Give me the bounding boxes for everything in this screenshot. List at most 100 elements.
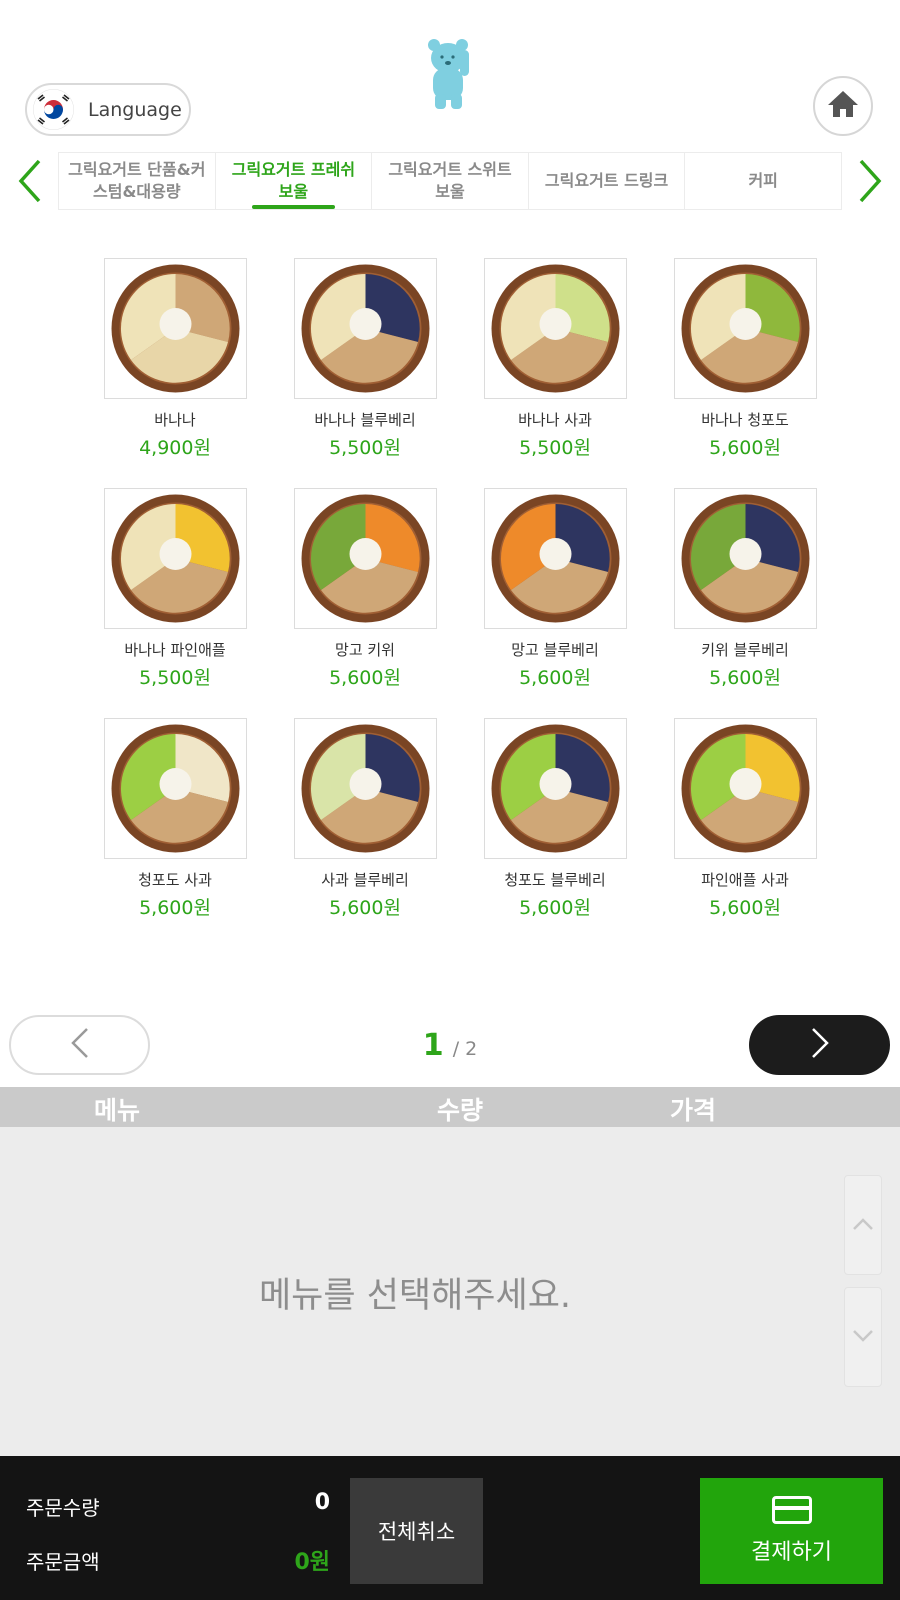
menu-item-price: 5,600원: [329, 667, 401, 689]
chevron-right-icon: [810, 1027, 830, 1063]
menu-item[interactable]: 파인애플 사과 5,600원: [650, 718, 840, 920]
menu-item-name: 청포도 블루베리: [504, 871, 606, 889]
order-amount-value: 0원: [294, 1550, 330, 1575]
menu-item[interactable]: 바나나 청포도 5,600원: [650, 258, 840, 460]
menu-item-name: 파인애플 사과: [701, 871, 789, 889]
menu-item-price: 5,500원: [329, 437, 401, 459]
menu-item[interactable]: 망고 키위 5,600원: [270, 488, 460, 690]
menu-item-name: 바나나 파인애플: [124, 641, 226, 659]
menu-item-price: 5,500원: [519, 437, 591, 459]
column-price: 가격: [670, 1096, 717, 1125]
menu-item-price: 5,600원: [519, 897, 591, 919]
tab-coffee[interactable]: 커피: [685, 153, 841, 209]
tab-greek-yogurt-drink[interactable]: 그릭요거트 드링크: [529, 153, 686, 209]
page-total: / 2: [452, 1038, 478, 1060]
category-prev-button[interactable]: [10, 155, 50, 211]
yogurt-bowl-image: [111, 724, 239, 853]
menu-item[interactable]: 망고 블루베리 5,600원: [460, 488, 650, 690]
menu-item-name: 키위 블루베리: [701, 641, 789, 659]
order-list: 메뉴를 선택해주세요.: [0, 1127, 900, 1456]
chevron-up-icon: [852, 1216, 874, 1235]
menu-item-image: [673, 258, 817, 399]
product-grid: 바나나 4,900원 바나나 블루베리 5,500원 바나나 사과 5,500원 바나나 청…: [80, 258, 840, 920]
menu-item-image: [483, 718, 627, 859]
language-label: Language: [88, 98, 182, 121]
yogurt-bowl-image: [681, 264, 809, 393]
menu-item[interactable]: 바나나 사과 5,500원: [460, 258, 650, 460]
kiosk-screen: Language 그릭요거트 단품&커스텀&대용량 그릭요거트 프레쉬 보울 그…: [0, 0, 900, 1600]
chevron-left-icon: [18, 159, 42, 207]
menu-item-name: 바나나 블루베리: [314, 411, 416, 429]
order-summary-bar: 주문수량 0 주문금액 0원 전체취소 결제하기: [0, 1456, 900, 1600]
menu-item[interactable]: 청포도 사과 5,600원: [80, 718, 270, 920]
menu-item-name: 사과 블루베리: [321, 871, 409, 889]
yogurt-bowl-image: [491, 494, 619, 623]
menu-item-name: 망고 블루베리: [511, 641, 599, 659]
page-indicator: 1 / 2: [400, 1028, 500, 1063]
empty-order-message: 메뉴를 선택해주세요.: [258, 1276, 572, 1316]
column-quantity: 수량: [437, 1096, 484, 1125]
menu-item-price: 4,900원: [139, 437, 211, 459]
chevron-left-icon: [70, 1027, 90, 1063]
menu-item-image: [293, 488, 437, 629]
menu-item[interactable]: 바나나 파인애플 5,500원: [80, 488, 270, 690]
yogurt-bowl-image: [301, 494, 429, 623]
korea-flag-icon: [33, 89, 74, 130]
menu-item-name: 바나나 청포도: [701, 411, 789, 429]
category-next-button[interactable]: [850, 155, 890, 211]
menu-item-image: [483, 258, 627, 399]
scroll-up-button[interactable]: [844, 1175, 882, 1275]
yogurt-bowl-image: [301, 724, 429, 853]
column-menu: 메뉴: [94, 1096, 141, 1125]
menu-item-price: 5,500원: [139, 667, 211, 689]
menu-item[interactable]: 사과 블루베리 5,600원: [270, 718, 460, 920]
yogurt-bowl-image: [301, 264, 429, 393]
menu-item-image: [293, 258, 437, 399]
order-list-header: 메뉴 수량 가격: [0, 1087, 900, 1127]
pay-button[interactable]: 결제하기: [700, 1478, 883, 1584]
menu-item-name: 바나나: [154, 411, 196, 429]
menu-item-image: [483, 488, 627, 629]
menu-item[interactable]: 바나나 4,900원: [80, 258, 270, 460]
menu-item-image: [673, 488, 817, 629]
tab-greek-yogurt-sweet-bowl[interactable]: 그릭요거트 스위트 보울: [372, 153, 529, 209]
menu-item-price: 5,600원: [329, 897, 401, 919]
chevron-down-icon: [852, 1328, 874, 1347]
menu-item-name: 망고 키위: [335, 641, 395, 659]
home-button[interactable]: [813, 76, 873, 136]
chevron-right-icon: [858, 159, 882, 207]
order-quantity-label: 주문수량: [26, 1496, 100, 1520]
category-tabs: 그릭요거트 단품&커스텀&대용량 그릭요거트 프레쉬 보울 그릭요거트 스위트 …: [58, 152, 842, 210]
menu-item-image: [293, 718, 437, 859]
home-icon: [826, 89, 860, 123]
menu-item-price: 5,600원: [139, 897, 211, 919]
order-quantity-value: 0: [314, 1490, 330, 1515]
menu-item[interactable]: 바나나 블루베리 5,500원: [270, 258, 460, 460]
pay-button-label: 결제하기: [751, 1539, 832, 1564]
yogurt-bowl-image: [681, 724, 809, 853]
page-prev-button[interactable]: [9, 1015, 150, 1075]
order-amount-label: 주문금액: [26, 1550, 100, 1574]
yogurt-bowl-image: [111, 264, 239, 393]
scroll-down-button[interactable]: [844, 1287, 882, 1387]
menu-item-image: [103, 718, 247, 859]
page-next-button[interactable]: [749, 1015, 890, 1075]
bear-mascot-logo: [422, 36, 478, 112]
credit-card-icon: [771, 1496, 812, 1524]
menu-item-image: [103, 488, 247, 629]
yogurt-bowl-image: [491, 724, 619, 853]
menu-item-image: [103, 258, 247, 399]
tab-greek-yogurt-single[interactable]: 그릭요거트 단품&커스텀&대용량: [59, 153, 216, 209]
cancel-all-button[interactable]: 전체취소: [350, 1478, 483, 1584]
tab-greek-yogurt-fresh-bowl[interactable]: 그릭요거트 프레쉬 보울: [216, 153, 373, 209]
menu-item[interactable]: 청포도 블루베리 5,600원: [460, 718, 650, 920]
menu-item-price: 5,600원: [709, 667, 781, 689]
yogurt-bowl-image: [491, 264, 619, 393]
yogurt-bowl-image: [111, 494, 239, 623]
menu-item-image: [673, 718, 817, 859]
menu-item-price: 5,600원: [709, 897, 781, 919]
language-button[interactable]: Language: [25, 83, 191, 136]
menu-item[interactable]: 키위 블루베리 5,600원: [650, 488, 840, 690]
menu-item-name: 청포도 사과: [138, 871, 212, 889]
page-current: 1: [422, 1028, 444, 1063]
